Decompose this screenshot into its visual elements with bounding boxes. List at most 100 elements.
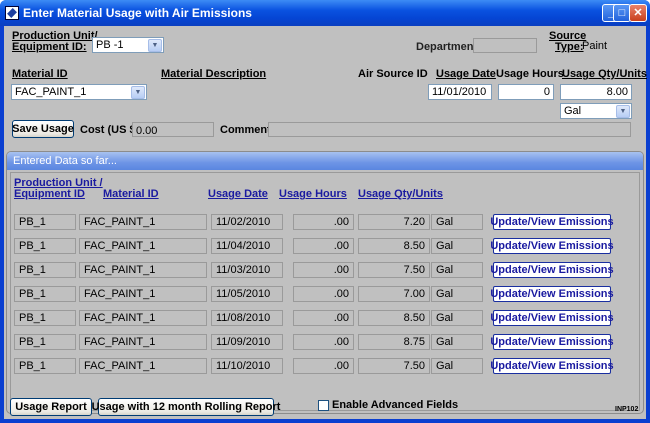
usage-qty-label: Usage Qty/Units [562, 68, 647, 80]
table-row: PB_1 FAC_PAINT_1 11/05/2010 .00 7.00 Gal Updat… [11, 286, 639, 303]
material-id-select[interactable]: FAC_PAINT_1 ▼ [11, 84, 147, 100]
row-hours-cell: .00 [293, 286, 354, 302]
comment-field[interactable] [268, 122, 631, 137]
row-unit-cell: PB_1 [14, 358, 76, 374]
advanced-fields-checkbox[interactable] [318, 400, 329, 411]
save-usage-button[interactable]: Save Usage [12, 120, 74, 138]
usage-hours-label: Usage Hours [496, 68, 564, 80]
row-hours-cell: .00 [293, 358, 354, 374]
row-material-cell: FAC_PAINT_1 [79, 286, 207, 302]
header-usage-qty: Usage Qty/Units [358, 188, 443, 200]
header-usage-date: Usage Date [208, 188, 268, 200]
row-hours-cell: .00 [293, 334, 354, 350]
row-date-cell: 11/10/2010 [211, 358, 283, 374]
update-view-emissions-button[interactable]: Update/View Emissions [490, 214, 614, 230]
usage-date-label: Usage Date [436, 68, 496, 80]
row-qty-cell: 8.75 [358, 334, 430, 350]
row-material-cell: FAC_PAINT_1 [79, 358, 207, 374]
row-date-cell: 11/08/2010 [211, 310, 283, 326]
usage-qty-input[interactable]: 8.00 [560, 84, 632, 100]
department-label: Department: [416, 41, 481, 53]
form-body: Production Unit/ Equipment ID: PB -1 ▼ D… [4, 26, 647, 419]
chevron-down-icon[interactable]: ▼ [148, 39, 162, 52]
chevron-down-icon[interactable]: ▼ [131, 86, 145, 99]
material-id-value: FAC_PAINT_1 [15, 86, 87, 98]
row-hours-cell: .00 [293, 310, 354, 326]
table-row: PB_1 FAC_PAINT_1 11/08/2010 .00 8.50 Gal Updat… [11, 310, 639, 327]
header-material-id: Material ID [103, 188, 159, 200]
row-qty-cell: 7.20 [358, 214, 430, 230]
production-unit-value: PB -1 [96, 39, 124, 51]
table-row: PB_1 FAC_PAINT_1 11/09/2010 .00 8.75 Gal Updat… [11, 334, 639, 351]
row-unit-cell: PB_1 [14, 334, 76, 350]
window-title: Enter Material Usage with Air Emissions [23, 6, 252, 20]
update-view-emissions-button[interactable]: Update/View Emissions [490, 286, 614, 302]
rolling-report-button[interactable]: Usage with 12 month Rolling Report [92, 398, 280, 416]
header-usage-hours: Usage Hours [279, 188, 347, 200]
production-unit-select[interactable]: PB -1 ▼ [92, 37, 164, 53]
source-type-label-line2: Type: [555, 41, 584, 53]
production-unit-label-line2: Equipment ID: [12, 41, 87, 53]
panel-title: Entered Data so far... [7, 152, 643, 170]
row-units-cell: Gal [431, 334, 483, 350]
advanced-fields-label: Enable Advanced Fields [332, 399, 459, 411]
row-qty-cell: 8.50 [358, 238, 430, 254]
comment-label: Comment: [220, 124, 275, 136]
update-view-emissions-button[interactable]: Update/View Emissions [490, 262, 614, 278]
update-view-emissions-button[interactable]: Update/View Emissions [490, 334, 614, 350]
close-button[interactable]: ✕ [629, 4, 647, 22]
usage-hours-input[interactable]: 0 [498, 84, 554, 100]
row-units-cell: Gal [431, 262, 483, 278]
row-material-cell: FAC_PAINT_1 [79, 334, 207, 350]
row-date-cell: 11/05/2010 [211, 286, 283, 302]
update-view-emissions-button[interactable]: Update/View Emissions [490, 238, 614, 254]
row-hours-cell: .00 [293, 214, 354, 230]
row-unit-cell: PB_1 [14, 286, 76, 302]
row-units-cell: Gal [431, 358, 483, 374]
cost-field: 0.00 [132, 122, 214, 137]
material-description-label: Material Description [161, 68, 267, 80]
row-units-cell: Gal [431, 286, 483, 302]
row-qty-cell: 7.50 [358, 262, 430, 278]
chevron-down-icon[interactable]: ▼ [616, 105, 630, 118]
title-bar[interactable]: Enter Material Usage with Air Emissions … [0, 0, 650, 26]
row-unit-cell: PB_1 [14, 214, 76, 230]
row-hours-cell: .00 [293, 262, 354, 278]
app-window: Enter Material Usage with Air Emissions … [0, 0, 650, 423]
usage-date-input[interactable]: 11/01/2010 [428, 84, 492, 100]
entered-data-panel: Entered Data so far... Production Unit /… [6, 151, 644, 414]
entered-data-list: Production Unit / Equipment ID Material … [10, 172, 640, 411]
update-view-emissions-button[interactable]: Update/View Emissions [490, 358, 614, 374]
row-date-cell: 11/03/2010 [211, 262, 283, 278]
row-qty-cell: 7.00 [358, 286, 430, 302]
row-unit-cell: PB_1 [14, 262, 76, 278]
department-field [473, 38, 537, 53]
row-qty-cell: 7.50 [358, 358, 430, 374]
row-date-cell: 11/02/2010 [211, 214, 283, 230]
row-unit-cell: PB_1 [14, 238, 76, 254]
update-view-emissions-button[interactable]: Update/View Emissions [490, 310, 614, 326]
table-row: PB_1 FAC_PAINT_1 11/02/2010 .00 7.20 Gal Updat… [11, 214, 639, 231]
row-date-cell: 11/04/2010 [211, 238, 283, 254]
row-units-cell: Gal [431, 238, 483, 254]
row-unit-cell: PB_1 [14, 310, 76, 326]
row-material-cell: FAC_PAINT_1 [79, 238, 207, 254]
row-units-cell: Gal [431, 310, 483, 326]
row-material-cell: FAC_PAINT_1 [79, 310, 207, 326]
table-row: PB_1 FAC_PAINT_1 11/03/2010 .00 7.50 Gal Updat… [11, 262, 639, 279]
app-icon [5, 6, 19, 20]
air-source-id-label: Air Source ID [358, 68, 428, 80]
units-value: Gal [564, 105, 582, 117]
row-hours-cell: .00 [293, 238, 354, 254]
row-qty-cell: 8.50 [358, 310, 430, 326]
header-production-unit-line2: Equipment ID [14, 188, 85, 200]
table-row: PB_1 FAC_PAINT_1 11/10/2010 .00 7.50 Gal Updat… [11, 358, 639, 375]
row-material-cell: FAC_PAINT_1 [79, 214, 207, 230]
table-row: PB_1 FAC_PAINT_1 11/04/2010 .00 8.50 Gal Updat… [11, 238, 639, 255]
usage-report-button[interactable]: Usage Report [10, 398, 92, 416]
row-date-cell: 11/09/2010 [211, 334, 283, 350]
row-material-cell: FAC_PAINT_1 [79, 262, 207, 278]
material-id-label: Material ID [12, 68, 68, 80]
units-select[interactable]: Gal ▼ [560, 103, 632, 119]
source-type-value: Paint [582, 40, 608, 52]
